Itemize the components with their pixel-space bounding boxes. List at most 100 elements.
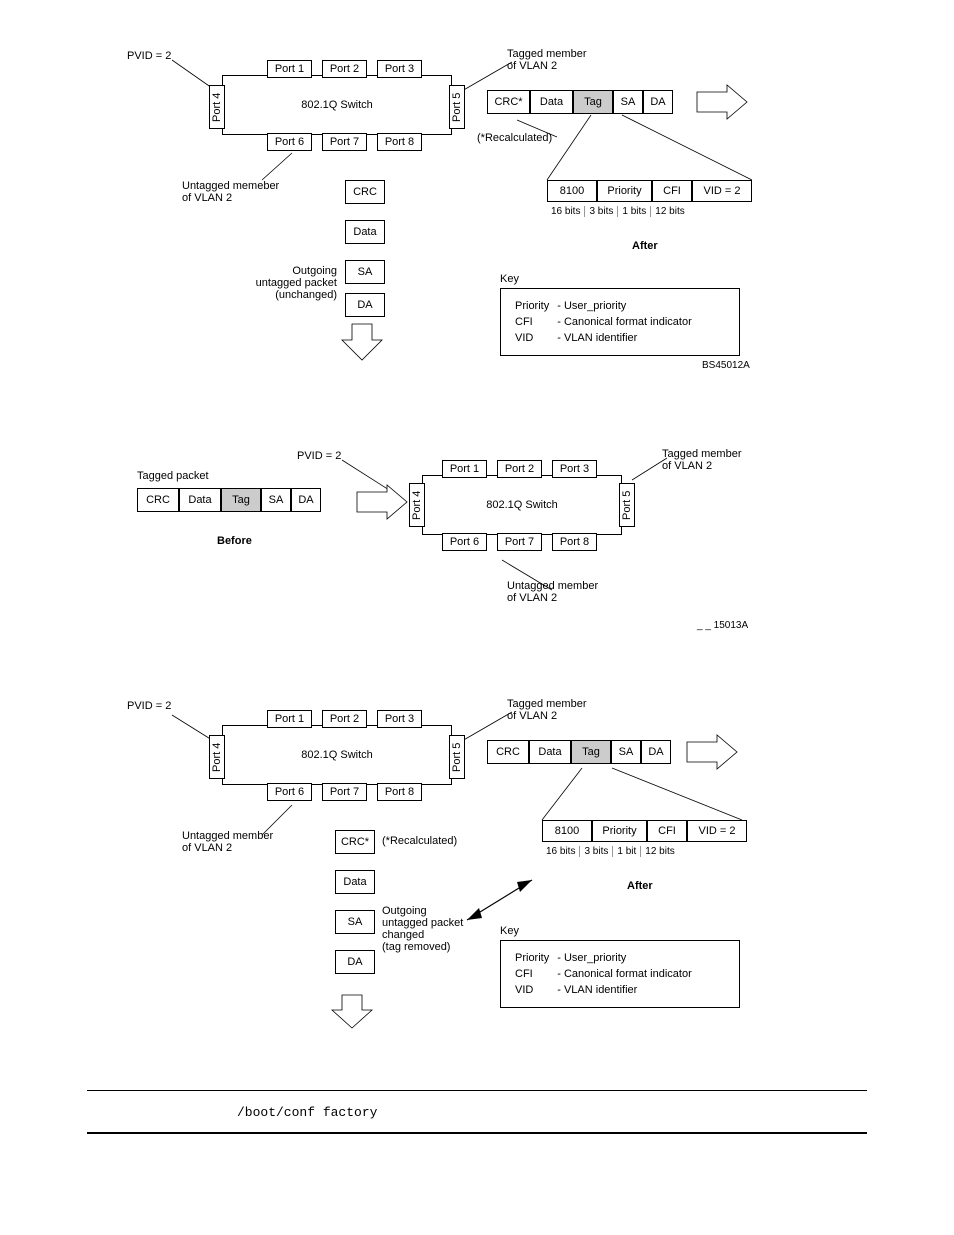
vid-cell-3: VID = 2 xyxy=(687,820,747,842)
key-cfi-l-3: CFI xyxy=(515,967,555,981)
pvid-label: PVID = 2 xyxy=(127,50,171,62)
footer-separator xyxy=(87,1090,867,1091)
sa-v-cell: SA xyxy=(345,260,385,284)
switch-label: 802.1Q Switch xyxy=(301,99,373,111)
cfi-cell-3: CFI xyxy=(647,820,687,842)
sa-v-3: SA xyxy=(335,910,375,934)
da-v-3: DA xyxy=(335,950,375,974)
port-8-2: Port 8 xyxy=(552,533,597,551)
untagged-member-label: Untagged memeber of VLAN 2 xyxy=(182,180,279,204)
before-label: Before xyxy=(217,535,252,547)
recalc-label: (*Recalculated) xyxy=(477,132,552,144)
port-6-3: Port 6 xyxy=(267,783,312,801)
tagged-member-label: Tagged member of VLAN 2 xyxy=(507,48,587,72)
sa-cell: SA xyxy=(613,90,643,114)
bits-12-3: 12 bits xyxy=(641,846,678,857)
crc-cell-3: CRC xyxy=(487,740,529,764)
sa-cell-2: SA xyxy=(261,488,291,512)
key-title-3: Key xyxy=(500,925,519,937)
data-cell: Data xyxy=(530,90,573,114)
diagram-1: PVID = 2 802.1Q Switch Port 1 Port 2 Por… xyxy=(87,40,867,410)
key-cfi-r-3: - Canonical format indicator xyxy=(557,967,698,981)
tpid-cell: 8100 xyxy=(547,180,597,202)
tag-cell-2: Tag xyxy=(221,488,261,512)
crc-star-v: CRC* xyxy=(335,830,375,854)
connector-lines xyxy=(87,40,867,410)
switch-label-3: 802.1Q Switch xyxy=(301,749,373,761)
data-v-cell: Data xyxy=(345,220,385,244)
fig-id: BS45012A xyxy=(702,360,750,371)
bits-1: 1 bits xyxy=(618,206,651,217)
key-priority-r-3: - User_priority xyxy=(557,951,698,965)
outgoing-label-3: Outgoing untagged packet changed (tag re… xyxy=(382,905,463,953)
after-label: After xyxy=(632,240,658,252)
key-box-3: Priority- User_priority CFI- Canonical f… xyxy=(500,940,740,1008)
port-3-2: Port 3 xyxy=(552,460,597,478)
pvid-label-2: PVID = 2 xyxy=(297,450,341,462)
port-7: Port 7 xyxy=(322,133,367,151)
tagged-member-label-2: Tagged member of VLAN 2 xyxy=(662,448,742,472)
port-7-2: Port 7 xyxy=(497,533,542,551)
port-6: Port 6 xyxy=(267,133,312,151)
tag-cell: Tag xyxy=(573,90,613,114)
key-vid-l-3: VID xyxy=(515,983,555,997)
priority-cell: Priority xyxy=(597,180,652,202)
after-label-3: After xyxy=(627,880,653,892)
port-5: Port 5 xyxy=(449,85,465,129)
diagram-2: PVID = 2 Tagged packet CRC Data Tag SA D… xyxy=(87,440,867,660)
data-v-3: Data xyxy=(335,870,375,894)
key-priority-l-3: Priority xyxy=(515,951,555,965)
crc-star-cell: CRC* xyxy=(487,90,530,114)
port-6-2: Port 6 xyxy=(442,533,487,551)
vid-cell: VID = 2 xyxy=(692,180,752,202)
bits-16: 16 bits xyxy=(547,206,585,217)
bits-3: 3 bits xyxy=(585,206,618,217)
da-cell-3: DA xyxy=(641,740,671,764)
data-cell-2: Data xyxy=(179,488,221,512)
port-8: Port 8 xyxy=(377,133,422,151)
port-4-2: Port 4 xyxy=(409,483,425,527)
switch-box: 802.1Q Switch xyxy=(222,75,452,135)
port-2: Port 2 xyxy=(322,60,367,78)
fig-id-2: _ _ 15013A xyxy=(697,620,748,631)
bits-3-3: 3 bits xyxy=(580,846,613,857)
da-cell: DA xyxy=(643,90,673,114)
key-box: Priority- User_priority CFI- Canonical f… xyxy=(500,288,740,356)
crc-cell-2: CRC xyxy=(137,488,179,512)
tag-cell-3: Tag xyxy=(571,740,611,764)
connector-lines-3 xyxy=(87,690,867,1060)
port-4: Port 4 xyxy=(209,85,225,129)
tpid-cell-3: 8100 xyxy=(542,820,592,842)
tagged-member-label-3: Tagged member of VLAN 2 xyxy=(507,698,587,722)
port-1-2: Port 1 xyxy=(442,460,487,478)
port-8-3: Port 8 xyxy=(377,783,422,801)
outgoing-label: Outgoing untagged packet (unchanged) xyxy=(217,265,337,301)
port-7-3: Port 7 xyxy=(322,783,367,801)
tagged-packet-label: Tagged packet xyxy=(137,470,209,482)
pvid-label-3: PVID = 2 xyxy=(127,700,171,712)
port-2-2: Port 2 xyxy=(497,460,542,478)
port-5-2: Port 5 xyxy=(619,483,635,527)
untagged-member-label-2: Untagged member of VLAN 2 xyxy=(507,580,598,604)
key-priority-l: Priority xyxy=(515,299,555,313)
da-cell-2: DA xyxy=(291,488,321,512)
bits-12: 12 bits xyxy=(651,206,688,217)
key-vid-r: - VLAN identifier xyxy=(557,331,698,345)
data-cell-3: Data xyxy=(529,740,571,764)
footer-code: /boot/conf factory xyxy=(87,1101,867,1134)
port-4-3: Port 4 xyxy=(209,735,225,779)
priority-cell-3: Priority xyxy=(592,820,647,842)
switch-label-2: 802.1Q Switch xyxy=(486,499,558,511)
key-cfi-l: CFI xyxy=(515,315,555,329)
switch-box-3: 802.1Q Switch xyxy=(222,725,452,785)
untagged-member-label-3: Untagged member of VLAN 2 xyxy=(182,830,273,854)
da-v-cell: DA xyxy=(345,293,385,317)
diagram-3: PVID = 2 802.1Q Switch Port 1 Port 2 Por… xyxy=(87,690,867,1060)
key-vid-r-3: - VLAN identifier xyxy=(557,983,698,997)
port-2-3: Port 2 xyxy=(322,710,367,728)
key-priority-r: - User_priority xyxy=(557,299,698,313)
cfi-cell: CFI xyxy=(652,180,692,202)
key-vid-l: VID xyxy=(515,331,555,345)
recalc-label-3: (*Recalculated) xyxy=(382,835,457,847)
port-1-3: Port 1 xyxy=(267,710,312,728)
